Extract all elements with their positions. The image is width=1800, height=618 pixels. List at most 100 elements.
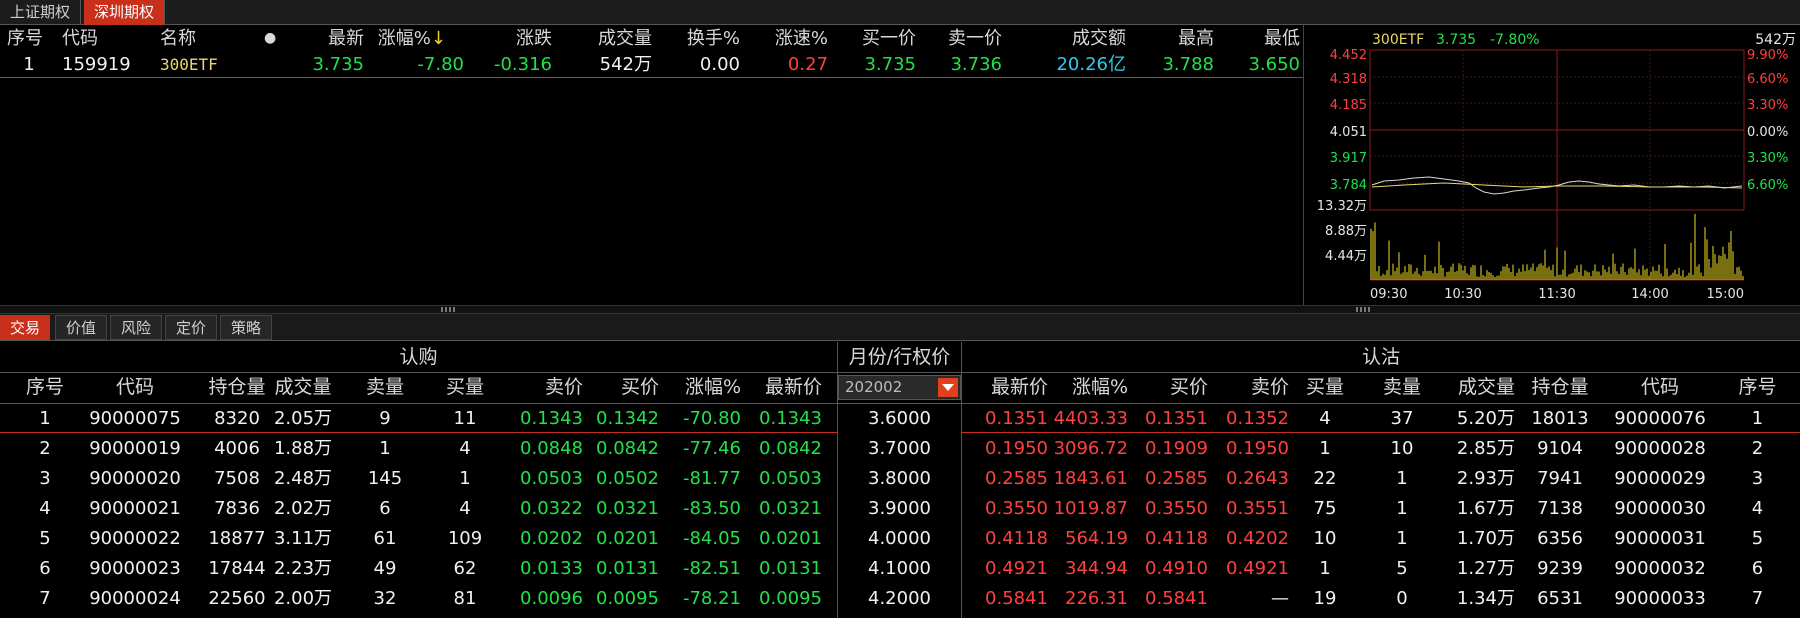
call-cell: 4 [459,438,471,459]
put-col-1[interactable]: 涨幅% [1050,372,1128,402]
option-row[interactable]: 6 90000023 17844 2.23万 49 62 0.0133 0.0131 -82.5… [0,554,1800,584]
tab-strategy[interactable]: 策略 [220,315,272,340]
pct-label-2: 3.30% [1747,98,1788,113]
call-cell: 9 [379,408,391,429]
col-amount[interactable]: 成交额 [1030,25,1126,52]
col-ask1[interactable]: 卖一价 [922,25,1002,52]
splitter-grip-left[interactable] [441,307,457,312]
col-bid1[interactable]: 买一价 [836,25,916,52]
call-cell: -83.50 [682,498,741,519]
tab-risk[interactable]: 风险 [110,315,162,340]
tab-shanghai-options[interactable]: 上证期权 [0,0,82,25]
tab-shenzhen-options[interactable]: 深圳期权 [84,0,166,25]
col-change[interactable]: 涨跌 [480,25,552,52]
option-row[interactable]: 4 90000021 7836 2.02万 6 4 0.0322 0.0321 -83.50 0.… [0,494,1800,524]
col-name[interactable]: 名称 [160,25,196,52]
put-cell: 564.19 [1065,528,1128,549]
call-cell: 17844 [208,558,266,579]
put-cell: 0.5841 [1145,588,1208,609]
intraday-chart[interactable]: 300ETF 3.735 -7.80% 542万 4.452 4.318 4.1… [1304,25,1800,305]
call-cell: -82.51 [682,558,741,579]
y-label-2: 4.185 [1330,98,1367,113]
call-col-4[interactable]: 卖量 [345,372,425,402]
call-cell: 7836 [214,498,260,519]
call-cell: 0.0131 [596,558,659,579]
time-label-2: 11:30 [1538,287,1575,302]
put-cell: 226.31 [1065,588,1128,609]
col-volume[interactable]: 成交量 [572,25,652,52]
call-col-0[interactable]: 序号 [15,372,75,402]
y-label-0: 4.452 [1330,48,1367,63]
call-cell: 0.1343 [759,408,822,429]
quote-row-300etf[interactable]: 1 159919 300ETF 3.735 -7.80 -0.316 542万 … [0,52,1303,78]
put-col-5[interactable]: 卖量 [1372,372,1432,402]
put-col-4[interactable]: 买量 [1295,372,1355,402]
call-col-9[interactable]: 最新价 [745,372,822,402]
strike-price: 3.9000 [868,498,931,519]
col-code[interactable]: 代码 [62,25,98,52]
board-tab-bar: 交易 价值 风险 定价 策略 [0,314,1800,341]
dropdown-arrow-icon[interactable] [938,378,958,397]
col-low[interactable]: 最低 [1224,25,1300,52]
strike-price: 3.8000 [868,468,931,489]
option-row[interactable]: 7 90000024 22560 2.00万 32 81 0.0096 0.0095 -78.2… [0,584,1800,614]
put-col-0[interactable]: 最新价 [968,372,1048,402]
call-cell: 2.05万 [273,408,333,429]
vol-label-0: 13.32万 [1317,199,1367,214]
col-last[interactable]: 最新 [300,25,364,52]
panel-splitter[interactable] [0,305,1800,314]
put-cell: 9239 [1537,558,1583,579]
call-cell: 0.1342 [596,408,659,429]
call-cell: 5 [39,528,51,549]
call-col-6[interactable]: 卖价 [505,372,583,402]
option-row[interactable]: 2 90000019 4006 1.88万 1 4 0.0848 0.0842 -77.46 0.… [0,434,1800,464]
col-speed[interactable]: 涨速% [750,25,828,52]
strike-price: 4.2000 [868,588,931,609]
time-label-1: 10:30 [1444,287,1481,302]
put-col-8[interactable]: 代码 [1595,372,1725,402]
call-cell: 0.0503 [759,468,822,489]
option-row[interactable]: 3 90000020 7508 2.48万 145 1 0.0503 0.0502 -81.77… [0,464,1800,494]
col-index[interactable]: 序号 [7,25,43,52]
y-label-5: 3.784 [1330,178,1367,193]
call-cell: 0.0321 [759,498,822,519]
put-col-9[interactable]: 序号 [1725,372,1790,402]
row-code: 159919 [62,54,131,75]
call-col-7[interactable]: 买价 [585,372,659,402]
put-col-3[interactable]: 卖价 [1210,372,1289,402]
month-select[interactable]: 202002 [838,375,961,400]
put-col-7[interactable]: 持仓量 [1527,372,1593,402]
put-col-2[interactable]: 买价 [1130,372,1208,402]
col-high[interactable]: 最高 [1140,25,1214,52]
put-cell: 0.4910 [1145,558,1208,579]
col-turnover[interactable]: 换手% [660,25,740,52]
call-cell: -77.46 [682,438,741,459]
put-cell: 0.3550 [985,498,1048,519]
call-col-8[interactable]: 涨幅% [665,372,741,402]
tab-trade[interactable]: 交易 [0,315,50,340]
put-cell: 1 [1319,558,1331,579]
put-cell: 90000028 [1614,438,1706,459]
call-cell: 81 [453,588,477,609]
quote-table-header: 序号 代码 名称 ● 最新 涨幅%↓ 涨跌 成交量 换手% 涨速% 买一价 卖一… [0,25,1303,52]
option-row[interactable]: 5 90000022 18877 3.11万 61 109 0.0202 0.0201 -84.… [0,524,1800,554]
col-pct[interactable]: 涨幅%↓ [376,25,446,52]
tab-value[interactable]: 价值 [55,315,107,340]
tab-pricing[interactable]: 定价 [165,315,217,340]
sort-desc-icon: ↓ [430,28,446,49]
row-speed: 0.27 [787,54,828,75]
put-col-6[interactable]: 成交量 [1430,372,1515,402]
splitter-grip-right[interactable] [1356,307,1372,312]
row-index: 1 [23,54,35,75]
option-row[interactable]: 1 90000075 8320 2.05万 9 11 0.1343 0.1342 -70.80 0… [0,404,1800,434]
put-cell: 344.94 [1065,558,1128,579]
call-col-1[interactable]: 代码 [70,372,200,402]
call-col-2[interactable]: 持仓量 [200,372,274,402]
col-dot[interactable]: ● [264,25,276,52]
put-cell: 5 [1396,558,1408,579]
call-cell: 90000023 [89,558,181,579]
row-ask1: 3.736 [950,54,1002,75]
call-col-5[interactable]: 买量 [425,372,505,402]
put-cell: 0.1909 [1145,438,1208,459]
call-col-3[interactable]: 成交量 [266,372,340,402]
